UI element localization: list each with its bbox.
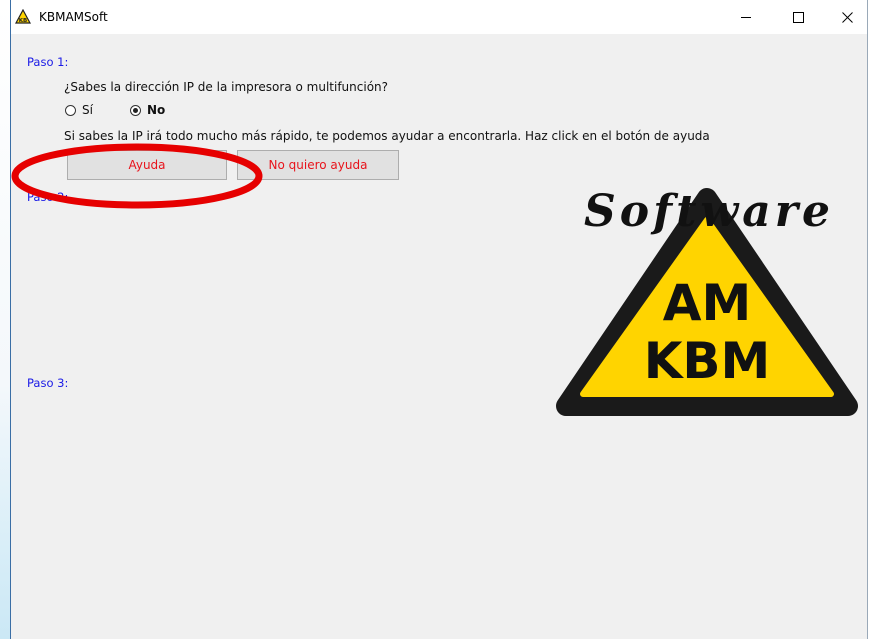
minimize-button[interactable] [723, 0, 769, 34]
radio-si-circle[interactable] [65, 104, 76, 116]
radio-si-label: Sí [82, 103, 93, 117]
ip-question: ¿Sabes la dirección IP de la impresora o… [64, 80, 389, 94]
radio-no[interactable]: No [130, 103, 165, 117]
window-title: KBMAMSoft [39, 10, 108, 24]
minimize-icon [741, 16, 751, 18]
red-annotation-ellipse [11, 143, 263, 209]
maximize-button[interactable] [775, 0, 821, 34]
maximize-icon [792, 11, 804, 23]
close-button[interactable] [824, 0, 870, 34]
radio-no-circle[interactable] [130, 104, 141, 116]
logo-line1: AM [663, 274, 751, 332]
kbmam-software-logo: AM KBM Software [556, 186, 858, 416]
step-1-label: Paso 1: [27, 55, 69, 69]
logo-line2: KBM [644, 332, 771, 390]
app-icon: KB [15, 9, 31, 24]
step-3-label: Paso 3: [27, 376, 69, 390]
close-icon [841, 11, 853, 23]
desktop-background [0, 0, 10, 639]
app-window: KB KBMAMSoft Paso 1: ¿Sabes la dirección… [10, 0, 868, 639]
title-bar[interactable]: KB KBMAMSoft [11, 0, 867, 34]
radio-no-label: No [147, 103, 166, 117]
logo-script-text: Software [584, 186, 834, 237]
svg-text:KB: KB [19, 18, 27, 24]
radio-si[interactable]: Sí [65, 103, 93, 117]
